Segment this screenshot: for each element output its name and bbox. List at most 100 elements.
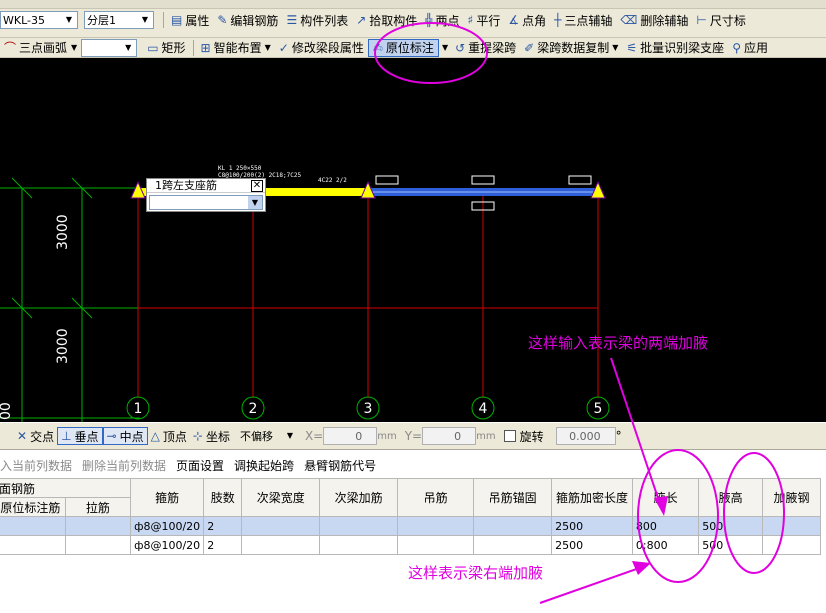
intersection-icon: ✕: [17, 429, 28, 443]
column-header[interactable]: 肢数: [203, 478, 243, 517]
table-cell[interactable]: ф8@100/20: [130, 516, 205, 536]
pick-icon: ↗: [356, 13, 367, 27]
floor-select[interactable]: WKL-35 ▼: [0, 11, 78, 29]
axis-label-1: 1: [134, 401, 143, 417]
swap-span-button[interactable]: 调换起始跨: [234, 457, 294, 474]
column-header[interactable]: 拉筋: [64, 497, 132, 517]
dimension-icon: ⊢: [696, 13, 707, 27]
table-cell[interactable]: 2500: [551, 516, 633, 536]
column-header[interactable]: 腋高: [698, 478, 763, 517]
x-unit: mm: [377, 430, 397, 442]
vertex-snap[interactable]: △ 顶点: [148, 427, 190, 445]
rectangle-button[interactable]: ▭ 矩形: [143, 39, 189, 57]
pick-component-button[interactable]: ↗ 拾取构件: [352, 11, 421, 29]
table-row[interactable]: ф8@100/20 2 2500 0;800 500: [0, 535, 822, 555]
three-point-aux-button[interactable]: ┼ 三点辅轴: [550, 11, 616, 29]
column-header[interactable]: 原位标注筋: [0, 497, 66, 517]
chevron-down-icon: ▼: [264, 43, 271, 52]
table-cell[interactable]: 800: [631, 516, 700, 536]
layer-select[interactable]: 分层1 ▼: [84, 11, 154, 29]
rotate-checkbox[interactable]: [503, 430, 516, 442]
table-row[interactable]: ф8@100/20 2 2500 800 500: [0, 516, 822, 536]
offset-mode-select[interactable]: 不偏移 ▼: [236, 427, 299, 445]
table-cell[interactable]: 500: [698, 535, 763, 555]
x-input[interactable]: 0: [323, 427, 378, 445]
y-unit: mm: [476, 430, 496, 442]
table-cell[interactable]: 0;800: [631, 535, 700, 555]
coordinate-icon: ⊹: [192, 429, 203, 443]
table-cell[interactable]: [761, 516, 822, 536]
point-angle-button[interactable]: ∡ 点角: [504, 11, 550, 29]
table-cell[interactable]: [473, 516, 553, 536]
support-rebar-input[interactable]: ▼: [149, 195, 263, 210]
rotate-label: 旋转: [519, 429, 544, 444]
table-cell[interactable]: [0, 516, 66, 536]
vertex-icon: △: [150, 429, 160, 443]
table-cell[interactable]: [0, 535, 66, 555]
axis-label-5: 5: [594, 401, 603, 417]
properties-button[interactable]: ▤ 属性: [167, 11, 213, 29]
component-list-button[interactable]: ☰ 构件列表: [282, 11, 352, 29]
rectangle-icon: ▭: [147, 40, 159, 55]
reextract-icon: ↺: [455, 40, 466, 55]
column-header[interactable]: 腋长: [631, 478, 700, 517]
separator: [163, 12, 164, 28]
toolbar-top-strip: [0, 0, 826, 9]
in-situ-annotation-button[interactable]: ✍ 原位标注: [367, 38, 439, 57]
table-cell[interactable]: 500: [698, 516, 763, 536]
canvas-drawing: 3000 3000 00 KL 1 250×550 C8@100/200(2) …: [0, 165, 610, 422]
table-cell[interactable]: ф8@100/20: [130, 535, 205, 555]
column-header[interactable]: 次梁宽度: [241, 478, 321, 517]
table-cell[interactable]: [397, 535, 475, 555]
copy-span-data-button[interactable]: ✐ 梁跨数据复制 ▼: [520, 39, 622, 57]
apply-button[interactable]: ⚲ 应用: [728, 39, 772, 57]
table-cell[interactable]: [319, 516, 399, 536]
table-cell[interactable]: [64, 535, 132, 555]
y-input[interactable]: 0: [422, 427, 477, 445]
table-cell[interactable]: [319, 535, 399, 555]
arc-option-select[interactable]: ▼: [81, 38, 138, 57]
edit-rebar-button[interactable]: ✎ 编辑钢筋: [213, 11, 282, 29]
column-header[interactable]: 吊筋锚固: [473, 478, 553, 517]
delete-aux-button[interactable]: ⌫ 删除辅轴: [616, 11, 692, 29]
chevron-down-icon: ▼: [141, 15, 149, 24]
page-setup-button[interactable]: 页面设置: [176, 457, 224, 474]
table-cell[interactable]: [473, 535, 553, 555]
table-cell[interactable]: [64, 516, 132, 536]
three-point-arc-button[interactable]: ⌒ 三点画弧 ▼: [0, 39, 81, 57]
axis-label-2: 2: [249, 401, 258, 417]
table-cell[interactable]: [397, 516, 475, 536]
drawing-canvas[interactable]: 3000 3000 00 KL 1 250×550 C8@100/200(2) …: [0, 58, 826, 422]
smart-layout-button[interactable]: ⊞ 智能布置 ▼: [197, 39, 275, 57]
perpendicular-snap[interactable]: ⊥ 垂点: [57, 427, 103, 445]
table-cell[interactable]: 2: [203, 516, 243, 536]
annotation-right-end: 这样表示梁右端加腋: [408, 564, 544, 582]
table-cell[interactable]: [241, 516, 321, 536]
rotate-input[interactable]: 0.000: [555, 427, 616, 445]
coordinate-snap[interactable]: ⊹ 坐标: [190, 427, 233, 445]
delete-column-button[interactable]: 删除当前列数据: [82, 457, 166, 474]
reextract-span-button[interactable]: ↺ 重提梁跨: [451, 39, 520, 57]
chevron-down-icon[interactable]: ▼: [248, 196, 262, 209]
two-points-button[interactable]: ╬ 两点: [421, 11, 463, 29]
chevron-down-icon: ▼: [612, 43, 619, 52]
table-cell[interactable]: 2500: [551, 535, 633, 555]
column-header[interactable]: 次梁加筋: [319, 478, 399, 517]
table-cell[interactable]: 2: [203, 535, 243, 555]
parallel-button[interactable]: ♯ 平行: [464, 11, 505, 29]
cantilever-code-button[interactable]: 悬臂钢筋代号: [304, 457, 376, 474]
column-header[interactable]: 吊筋: [397, 478, 475, 517]
close-icon[interactable]: ✕: [251, 180, 263, 192]
table-cell[interactable]: [761, 535, 822, 555]
modify-beam-props-button[interactable]: ✓ 修改梁段属性: [275, 39, 368, 57]
table-cell[interactable]: [241, 535, 321, 555]
chevron-down-icon[interactable]: ▼: [442, 43, 448, 52]
dimension-button[interactable]: ⊢ 尺寸标: [692, 11, 749, 29]
column-header[interactable]: 加腋钢: [761, 478, 822, 517]
insert-column-button[interactable]: 入当前列数据: [0, 457, 72, 474]
intersection-snap[interactable]: ✕ 交点: [14, 427, 57, 445]
column-header[interactable]: 箍筋加密长度: [551, 478, 633, 517]
midpoint-snap[interactable]: ⊸ 中点: [102, 427, 148, 445]
column-header[interactable]: 箍筋: [130, 478, 205, 517]
batch-identify-button[interactable]: ⚟ 批量识别梁支座: [622, 39, 728, 57]
